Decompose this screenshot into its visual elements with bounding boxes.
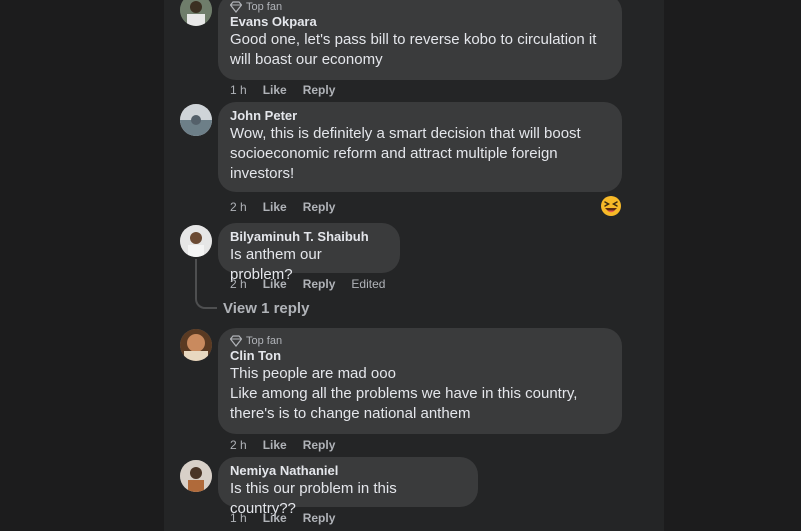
comment-text-line: socioeconomic reform and attract multipl… [230,145,558,162]
thread-line [195,259,197,297]
avatar[interactable] [180,460,212,492]
like-button[interactable]: Like [263,276,287,292]
comment-bubble: Top fan Clin Ton This people are mad ooo… [218,328,622,434]
avatar[interactable] [180,225,212,257]
top-fan-badge: Top fan [230,334,610,348]
comment-time[interactable]: 2 h [230,199,247,215]
comment-time[interactable]: 2 h [230,437,247,453]
comment-text-line: Good one, let's pass bill to reverse kob… [230,31,597,48]
thread-connector [195,297,217,309]
comment-author[interactable]: John Peter [230,108,610,124]
comments-panel: Top fan Evans Okpara Good one, let's pas… [164,0,664,531]
comment-time[interactable]: 2 h [230,276,247,292]
comment-author[interactable]: Clin Ton [230,348,610,364]
like-button[interactable]: Like [263,437,287,453]
comment-actions: 2 h Like Reply [230,199,335,215]
comment-time[interactable]: 1 h [230,510,247,526]
comment-actions: 2 h Like Reply Edited [230,276,385,292]
avatar[interactable] [180,329,212,361]
comment-author[interactable]: Bilyaminuh T. Shaibuh [230,229,388,245]
comment-author[interactable]: Evans Okpara [230,14,610,30]
grinning-squint-emoji-icon[interactable] [600,195,622,217]
comment-text-line: investors! [230,165,295,182]
comment-text-line: will boast our economy [230,51,383,68]
like-button[interactable]: Like [263,510,287,526]
comment-bubble: Top fan Evans Okpara Good one, let's pas… [218,0,622,80]
reply-button[interactable]: Reply [303,437,336,453]
reply-button[interactable]: Reply [303,510,336,526]
comment-actions: 1 h Like Reply [230,510,335,526]
comment-author[interactable]: Nemiya Nathaniel [230,463,466,479]
badge-label: Top fan [246,1,283,13]
reply-button[interactable]: Reply [303,276,336,292]
view-replies-link[interactable]: View 1 reply [223,299,309,319]
top-fan-badge: Top fan [230,0,610,14]
like-button[interactable]: Like [263,199,287,215]
reply-button[interactable]: Reply [303,82,336,98]
avatar[interactable] [180,0,212,26]
comment-bubble: Bilyaminuh T. Shaibuh Is anthem our prob… [218,223,400,283]
comment-text-line: there's is to change national anthem [230,405,471,422]
avatar[interactable] [180,104,212,136]
comment-bubble: John Peter Wow, this is definitely a sma… [218,102,622,192]
diamond-icon [230,1,242,13]
like-button[interactable]: Like [263,82,287,98]
comment-bubble: Nemiya Nathaniel Is this our problem in … [218,457,478,517]
badge-label: Top fan [246,335,283,347]
comment-text-line: This people are mad ooo [230,365,396,382]
edited-label: Edited [351,277,386,291]
diamond-icon [230,335,242,347]
comment-time[interactable]: 1 h [230,82,247,98]
reply-button[interactable]: Reply [303,199,336,215]
comment-text-line: Like among all the problems we have in t… [230,385,578,402]
comment-actions: 2 h Like Reply [230,437,335,453]
comment-text-line: Wow, this is definitely a smart decision… [230,125,581,142]
comment-actions: 1 h Like Reply [230,82,335,98]
